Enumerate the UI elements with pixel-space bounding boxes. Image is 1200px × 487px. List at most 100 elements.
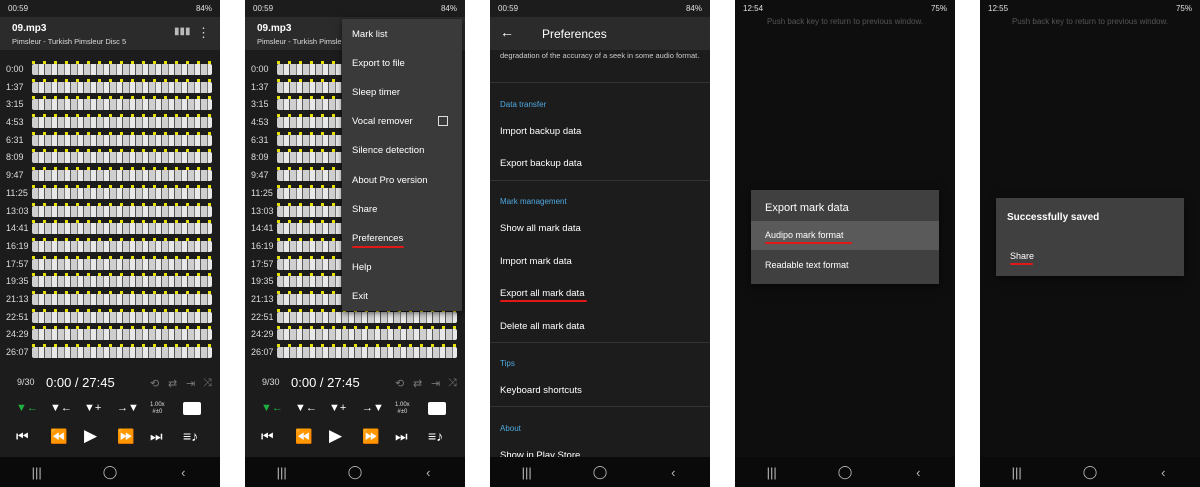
waveform-bar[interactable] [32,329,212,341]
add-mark-icon[interactable]: ▼+ [84,402,101,414]
option-audipo-format[interactable]: Audipo mark format [751,221,939,250]
home-icon[interactable]: ◯ [580,464,620,480]
play-icon[interactable]: ▶ [329,426,342,446]
ab-repeat-icon[interactable]: ⇄ [168,377,177,390]
ab-repeat-icon[interactable]: ⇄ [413,377,422,390]
waveform-bar[interactable] [32,81,212,93]
waveform-bar[interactable] [32,276,212,288]
recents-icon[interactable]: ||| [997,465,1037,480]
fast-forward-icon[interactable]: ⏩ [117,428,134,445]
folder-icon[interactable] [428,402,446,415]
skip-to-end-icon[interactable]: ⇥ [431,377,440,390]
recents-icon[interactable]: ||| [17,465,57,480]
home-icon[interactable]: ◯ [90,464,130,480]
rewind-icon[interactable]: ⏪ [50,428,67,445]
waveform-row[interactable]: 8:09 [0,149,220,167]
waveform-bar[interactable] [32,187,212,199]
add-mark-icon[interactable]: ▼+ [329,402,346,414]
waveform-bar[interactable] [32,240,212,252]
waveform-bar[interactable] [32,134,212,146]
back-nav-icon[interactable]: ‹ [1143,465,1183,480]
more-vert-icon[interactable]: ⋮ [197,25,210,41]
equalizer-icon[interactable]: ▮▮▮ [174,26,191,42]
waveform-bar[interactable] [277,347,457,358]
pref-import-mark-data[interactable]: Import mark data [500,256,572,267]
skip-previous-icon[interactable]: ⏮ [16,428,29,445]
menu-item-share[interactable]: Share [352,204,377,215]
waveform-row[interactable]: 9:47 [0,167,220,185]
waveform-row[interactable]: 17:57 [0,255,220,274]
waveform-row[interactable]: 16:19 [0,237,220,256]
back-nav-icon[interactable]: ‹ [408,465,448,480]
menu-item-mark-list[interactable]: Mark list [352,29,387,40]
waveform-bar[interactable] [32,170,212,182]
waveform-row[interactable]: 3:15 [0,96,220,114]
menu-item-vocal-remover[interactable]: Vocal remover [352,116,413,127]
waveform-bar[interactable] [32,117,212,129]
pref-show-all-marks[interactable]: Show all mark data [500,223,581,234]
home-icon[interactable]: ◯ [335,464,375,480]
waveform-row[interactable]: 24:29 [245,326,465,344]
waveform-bar[interactable] [32,258,212,270]
home-icon[interactable]: ◯ [1070,464,1110,480]
menu-item-exit[interactable]: Exit [352,291,368,302]
menu-item-preferences[interactable]: Preferences [352,233,403,244]
waveform-bar[interactable] [32,293,212,305]
waveform-bar[interactable] [32,152,212,164]
waveform-row[interactable]: 22:51 [245,308,465,327]
prev-mark-icon[interactable]: ▼← [16,402,38,414]
back-nav-icon[interactable]: ‹ [163,465,203,480]
pref-keyboard-shortcuts[interactable]: Keyboard shortcuts [500,385,582,396]
next-mark-icon[interactable]: →▼ [362,402,384,414]
shuffle-icon[interactable]: ⤨ [203,377,212,390]
waveform-row[interactable]: 24:29 [0,326,220,344]
menu-item-help[interactable]: Help [352,262,372,273]
arrow-back-icon[interactable]: ← [500,24,514,40]
pref-delete-all-marks[interactable]: Delete all mark data [500,321,584,332]
repeat-icon[interactable]: ⟲ [150,377,159,390]
menu-item-export-to-file[interactable]: Export to file [352,58,405,69]
back-nav-icon[interactable]: ‹ [653,465,693,480]
fast-forward-icon[interactable]: ⏩ [362,428,379,445]
menu-item-silence-detection[interactable]: Silence detection [352,145,424,156]
playlist-icon[interactable]: ≡♪ [428,428,443,444]
prev-mark-icon[interactable]: ▼← [261,402,283,414]
vocal-remover-checkbox[interactable] [438,116,448,126]
skip-next-icon[interactable]: ⏭ [395,428,408,445]
waveform-bar[interactable] [32,311,212,323]
repeat-icon[interactable]: ⟲ [395,377,404,390]
waveform-bar[interactable] [32,205,212,217]
back-nav-icon[interactable]: ‹ [898,465,938,480]
waveform-row[interactable]: 11:25 [0,184,220,203]
skip-previous-icon[interactable]: ⏮ [261,428,274,445]
waveform-row[interactable]: 21:13 [0,290,220,309]
add-prev-mark-icon[interactable]: ▼← [295,402,317,414]
speed-control[interactable]: 1.00x #±0 [150,402,165,416]
waveform-bar[interactable] [32,223,212,235]
menu-item-sleep-timer[interactable]: Sleep timer [352,87,400,98]
recents-icon[interactable]: ||| [752,465,792,480]
skip-to-end-icon[interactable]: ⇥ [186,377,195,390]
pref-import-backup[interactable]: Import backup data [500,126,581,137]
folder-icon[interactable] [183,402,201,415]
waveform-row[interactable]: 26:07 [0,344,220,362]
waveform-row[interactable]: 22:51 [0,308,220,327]
waveform-row[interactable]: 1:37 [0,78,220,97]
skip-next-icon[interactable]: ⏭ [150,428,163,445]
playlist-icon[interactable]: ≡♪ [183,428,198,444]
rewind-icon[interactable]: ⏪ [295,428,312,445]
speed-control[interactable]: 1.00x #±0 [395,402,410,416]
next-mark-icon[interactable]: →▼ [117,402,139,414]
waveform-row[interactable]: 13:03 [0,202,220,221]
waveform-row[interactable]: 6:31 [0,131,220,150]
waveform-row[interactable]: 19:35 [0,273,220,291]
pref-export-all-marks[interactable]: Export all mark data [500,288,584,299]
pref-export-backup[interactable]: Export backup data [500,158,582,169]
home-icon[interactable]: ◯ [825,464,865,480]
recents-icon[interactable]: ||| [262,465,302,480]
shuffle-icon[interactable]: ⤨ [448,377,457,390]
waveform-row[interactable]: 4:53 [0,114,220,132]
recents-icon[interactable]: ||| [507,465,547,480]
waveform-bar[interactable] [32,99,212,111]
waveform-bar[interactable] [32,64,212,75]
